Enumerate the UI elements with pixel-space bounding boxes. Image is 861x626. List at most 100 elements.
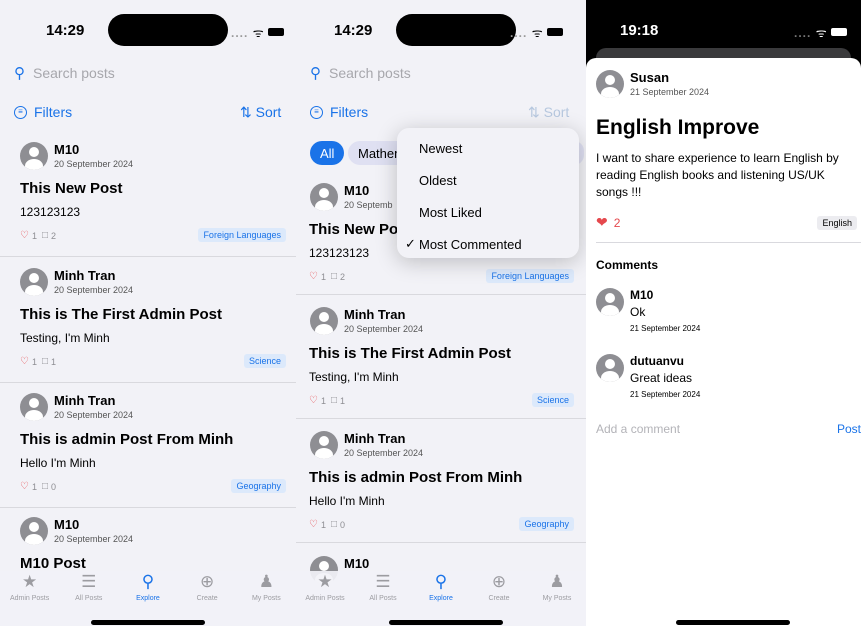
tab-admin-posts[interactable]: ★ Admin Posts [299, 571, 351, 626]
post-title: This New Post [20, 180, 123, 197]
post-header: M10 20 September 2024 [20, 142, 133, 170]
search-icon: ⚲ [14, 65, 25, 82]
post-stats: ♡ 1 □ 0 [20, 481, 56, 492]
tab-label: All Posts [369, 595, 397, 602]
status-bar: 14:29 .... ᯤ [0, 0, 296, 56]
post-author: M10 [344, 183, 370, 198]
heart-icon[interactable]: ♡ [309, 395, 318, 406]
tab-all-posts[interactable]: ☰ All Posts [63, 571, 115, 626]
explore-sort-screen: 14:29 .... ᯤ ⚲ Search posts ≡ Filters ⇅ … [296, 0, 586, 626]
status-time: 14:29 [46, 22, 85, 39]
person-icon: ♟ [258, 572, 274, 591]
avatar [596, 288, 624, 316]
status-time: 19:18 [620, 22, 659, 39]
search-bar[interactable]: ⚲ Search posts [310, 63, 411, 83]
avatar [596, 354, 624, 382]
tab-create[interactable]: ⊕ Create [473, 571, 525, 626]
like-count: 1 [320, 271, 326, 282]
comment-icon[interactable]: □ [331, 395, 337, 406]
heart-icon[interactable]: ♡ [20, 356, 29, 367]
search-input[interactable]: Search posts [33, 65, 115, 81]
post-author: Minh Tran [54, 268, 116, 283]
filter-icon: ≡ [14, 105, 27, 119]
comment-icon[interactable]: □ [42, 230, 48, 241]
search-bar[interactable]: ⚲ Search posts [14, 63, 115, 83]
post-date: 20 September 2024 [54, 534, 134, 544]
home-indicator [389, 620, 503, 625]
tab-admin-posts[interactable]: ★ Admin Posts [4, 571, 56, 626]
tab-bar: ★ Admin Posts ☰ All Posts ⚲ Explore ⊕ Create… [0, 571, 296, 626]
like-count: 1 [320, 395, 326, 406]
post-comment-button[interactable]: Post [837, 422, 861, 436]
like-button[interactable]: ❤ 2 [596, 214, 620, 231]
post-author: M10 [54, 142, 80, 157]
search-icon: ⚲ [310, 65, 321, 82]
comment-author: M10 [630, 288, 654, 302]
search-input[interactable]: Search posts [329, 65, 411, 81]
filters-button[interactable]: ≡ Filters [14, 104, 72, 120]
comment-text: Great ideas [630, 371, 693, 385]
comment-input[interactable]: Add a comment [596, 422, 680, 436]
post-author: M10 [344, 556, 370, 571]
like-count: 2 [613, 215, 621, 230]
heart-icon[interactable]: ♡ [309, 271, 318, 282]
post-card[interactable]: M10 20 September 2024 This New Post 1231… [0, 142, 296, 257]
post-card[interactable]: M10 20 September 2024 M10 Post [0, 517, 296, 577]
tab-all-posts[interactable]: ☰ All Posts [357, 571, 409, 626]
post-body: Hello I'm Minh [309, 494, 385, 508]
post-card[interactable]: Minh Tran 20 September 2024 This is The … [0, 268, 296, 383]
post-title: This is The First Admin Post [309, 345, 511, 362]
post-author: Minh Tran [54, 393, 116, 408]
tab-label: Admin Posts [305, 595, 345, 602]
post-title: M10 Post [20, 555, 86, 572]
search-icon: ⚲ [434, 572, 448, 591]
post-title: This New Pos [309, 221, 407, 238]
tab-explore[interactable]: ⚲ Explore [122, 571, 174, 626]
comment-icon[interactable]: □ [42, 481, 48, 492]
post-author: Minh Tran [344, 431, 406, 446]
heart-icon[interactable]: ♡ [309, 519, 318, 530]
divider [596, 242, 861, 243]
sort-button[interactable]: ⇅ Sort [240, 104, 281, 121]
comment-date: 21 September 2024 [630, 390, 701, 399]
comment-icon[interactable]: □ [331, 519, 337, 530]
post-date: 20 September 2024 [54, 285, 134, 295]
tab-explore[interactable]: ⚲ Explore [415, 571, 467, 626]
heart-icon[interactable]: ♡ [20, 230, 29, 241]
post-header: Minh Tran 20 September 2024 [310, 307, 423, 335]
post-card[interactable]: Minh Tran 20 September 2024 This is admi… [0, 393, 296, 508]
sort-option-most-commented[interactable]: ✓ Most Commented [397, 228, 579, 260]
sort-option-newest[interactable]: Newest [397, 132, 579, 164]
comment-icon[interactable]: □ [42, 356, 48, 367]
tab-my-posts[interactable]: ♟ My Posts [240, 571, 292, 626]
battery-icon [546, 28, 563, 36]
post-body: Hello I'm Minh [20, 456, 96, 470]
post-card[interactable]: Minh Tran 20 September 2024 This is The … [296, 307, 586, 419]
tab-my-posts[interactable]: ♟ My Posts [531, 571, 583, 626]
filters-button[interactable]: ≡ Filters [310, 104, 368, 120]
post-stats: ♡ 1 □ 1 [20, 356, 56, 367]
comment-author: dutuanvu [630, 354, 684, 368]
avatar [310, 183, 338, 211]
status-icons: .... ᯤ [510, 24, 563, 41]
sort-option-label: Newest [419, 140, 463, 156]
chip-all[interactable]: All [310, 141, 345, 165]
comment-icon[interactable]: □ [331, 271, 337, 282]
heart-filled-icon: ❤ [596, 214, 608, 230]
sort-option-most-liked[interactable]: Most Liked [397, 196, 579, 228]
avatar [596, 70, 624, 98]
comments-heading: Comments [596, 258, 659, 272]
tab-create[interactable]: ⊕ Create [181, 571, 233, 626]
post-header: Minh Tran 20 September 2024 [20, 268, 133, 296]
tab-label: Create [196, 595, 218, 602]
sort-button[interactable]: ⇅ Sort [528, 104, 569, 121]
sort-option-oldest[interactable]: Oldest [397, 164, 579, 196]
post-date: 20 Septemb [344, 200, 393, 210]
filters-label: Filters [330, 104, 369, 120]
heart-icon[interactable]: ♡ [20, 481, 29, 492]
tab-label: Explore [429, 595, 453, 602]
post-card[interactable]: Minh Tran 20 September 2024 This is admi… [296, 431, 586, 543]
comment-count: 2 [51, 230, 57, 241]
comment-count: 2 [340, 271, 346, 282]
search-icon: ⚲ [141, 572, 155, 591]
